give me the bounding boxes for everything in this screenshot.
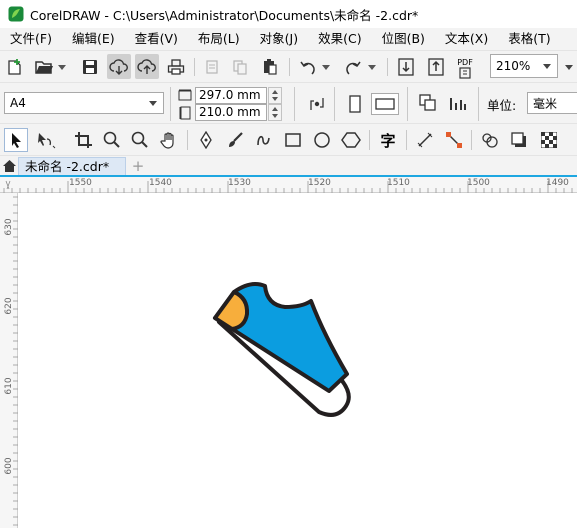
landscape-orientation-icon[interactable] bbox=[371, 93, 399, 115]
property-bar: A4 297.0 mm 210.0 mm 单位: 毫米 bbox=[0, 82, 577, 123]
title-bar: CorelDRAW - C:\Users\Administrator\Docum… bbox=[0, 0, 577, 28]
connector-tool-icon[interactable] bbox=[442, 129, 466, 151]
page-size-value: A4 bbox=[10, 96, 26, 110]
ellipse-tool-icon[interactable] bbox=[310, 129, 334, 151]
toolbar-separator bbox=[387, 58, 388, 76]
rectangle-tool-icon[interactable] bbox=[281, 129, 305, 151]
document-tab-bar: 未命名 -2.cdr* + bbox=[0, 155, 577, 176]
zoom-out-tool-icon[interactable] bbox=[128, 129, 152, 151]
menu-file[interactable]: 文件(F) bbox=[0, 28, 62, 50]
toolbar-separator bbox=[478, 87, 479, 121]
page-height-icon bbox=[177, 105, 193, 121]
shape-tool-icon[interactable] bbox=[33, 129, 59, 151]
crop-tool-icon[interactable] bbox=[71, 129, 97, 151]
undo-icon[interactable] bbox=[297, 57, 319, 77]
menu-edit[interactable]: 编辑(E) bbox=[62, 28, 125, 50]
blend-tool-icon[interactable] bbox=[478, 129, 502, 151]
cloud-upload-icon[interactable] bbox=[135, 54, 159, 79]
toolbar-separator bbox=[471, 130, 472, 150]
zoom-level-value: 210% bbox=[496, 59, 531, 73]
page-width-icon bbox=[177, 87, 193, 103]
shoe-heel bbox=[213, 290, 250, 331]
paste-icon[interactable] bbox=[259, 57, 281, 77]
toolbar-separator bbox=[187, 130, 188, 150]
polygon-tool-icon[interactable] bbox=[339, 129, 363, 151]
pen-tool-icon[interactable] bbox=[194, 129, 218, 151]
export-icon[interactable] bbox=[425, 56, 447, 78]
toolbar-separator bbox=[407, 87, 408, 121]
page-width-field[interactable]: 297.0 mm bbox=[195, 87, 267, 104]
page-height-spinner[interactable] bbox=[268, 104, 282, 121]
pdf-label: PDF bbox=[457, 57, 473, 67]
zoom-level-dropdown[interactable]: 210% bbox=[490, 54, 558, 78]
redo-icon[interactable] bbox=[342, 57, 364, 77]
zoom-dropdown-arrow-icon[interactable] bbox=[561, 57, 577, 77]
toolbar-separator bbox=[334, 87, 335, 121]
menu-text[interactable]: 文本(X) bbox=[435, 28, 498, 50]
open-folder-icon[interactable] bbox=[33, 57, 55, 77]
coreldraw-logo-icon bbox=[8, 6, 24, 22]
freehand-curve-tool-icon[interactable] bbox=[252, 129, 276, 151]
toolbar-separator bbox=[406, 130, 407, 150]
parallel-dimension-tool-icon[interactable] bbox=[413, 129, 437, 151]
units-label: 单位: bbox=[487, 98, 517, 113]
cloud-download-icon[interactable] bbox=[107, 54, 131, 79]
pick-tool-icon[interactable] bbox=[4, 128, 28, 152]
menu-bar: 文件(F) 编辑(E) 查看(V) 布局(L) 对象(J) 效果(C) 位图(B… bbox=[0, 28, 577, 50]
toolbar-separator bbox=[194, 58, 195, 76]
cut-icon[interactable] bbox=[201, 57, 223, 77]
menu-table[interactable]: 表格(T) bbox=[498, 28, 560, 50]
pan-tool-icon[interactable] bbox=[157, 129, 181, 151]
document-tab[interactable]: 未命名 -2.cdr* bbox=[18, 157, 126, 176]
page-width-spinner[interactable] bbox=[268, 87, 282, 104]
portrait-orientation-icon[interactable] bbox=[343, 93, 367, 115]
sneaker-illustration[interactable] bbox=[19, 194, 577, 528]
text-tool-icon[interactable]: 字 bbox=[376, 129, 400, 151]
add-document-tab-button[interactable]: + bbox=[130, 157, 146, 175]
horizontal-ruler-tickmarks bbox=[3, 181, 573, 193]
transparency-tool-icon[interactable] bbox=[537, 129, 561, 151]
open-dropdown-chevron-icon[interactable] bbox=[57, 63, 67, 71]
window-title: CorelDRAW - C:\Users\Administrator\Docum… bbox=[30, 7, 419, 23]
current-page-icon[interactable] bbox=[446, 92, 470, 114]
page-height-field[interactable]: 210.0 mm bbox=[195, 104, 267, 121]
menu-view[interactable]: 查看(V) bbox=[125, 28, 188, 50]
new-document-icon[interactable] bbox=[4, 57, 26, 77]
drop-shadow-tool-icon[interactable] bbox=[507, 129, 531, 151]
redo-dropdown-chevron-icon[interactable] bbox=[367, 63, 377, 71]
menu-layout[interactable]: 布局(L) bbox=[188, 28, 250, 50]
standard-toolbar: PDF 210% bbox=[0, 50, 577, 82]
units-value: 毫米 bbox=[533, 96, 558, 111]
menu-bitmaps[interactable]: 位图(B) bbox=[372, 28, 435, 50]
chevron-down-icon bbox=[543, 64, 551, 69]
toolbar-separator bbox=[294, 87, 295, 121]
undo-dropdown-chevron-icon[interactable] bbox=[321, 63, 331, 71]
toolbar-separator bbox=[170, 87, 171, 121]
copy-icon[interactable] bbox=[229, 57, 251, 77]
print-icon[interactable] bbox=[165, 57, 187, 77]
vertical-ruler-ticks bbox=[13, 196, 18, 526]
zoom-tool-icon[interactable] bbox=[100, 129, 124, 151]
units-dropdown[interactable]: 毫米 bbox=[527, 92, 577, 114]
toolbar-separator bbox=[369, 130, 370, 150]
home-icon[interactable] bbox=[1, 158, 17, 174]
page-layout-tool-icon[interactable] bbox=[306, 93, 328, 115]
menu-effects[interactable]: 效果(C) bbox=[308, 28, 371, 50]
drawing-canvas[interactable] bbox=[19, 194, 577, 528]
page-size-dropdown[interactable]: A4 bbox=[4, 92, 164, 114]
save-icon[interactable] bbox=[79, 57, 101, 77]
artistic-media-tool-icon[interactable] bbox=[223, 129, 247, 151]
toolbar-separator bbox=[289, 58, 290, 76]
toolbox: 字 bbox=[0, 123, 577, 155]
all-pages-icon[interactable] bbox=[416, 92, 440, 114]
chevron-down-icon bbox=[149, 101, 157, 106]
menu-object[interactable]: 对象(J) bbox=[250, 28, 308, 50]
import-icon[interactable] bbox=[395, 56, 417, 78]
publish-pdf-icon[interactable]: PDF bbox=[453, 56, 477, 80]
